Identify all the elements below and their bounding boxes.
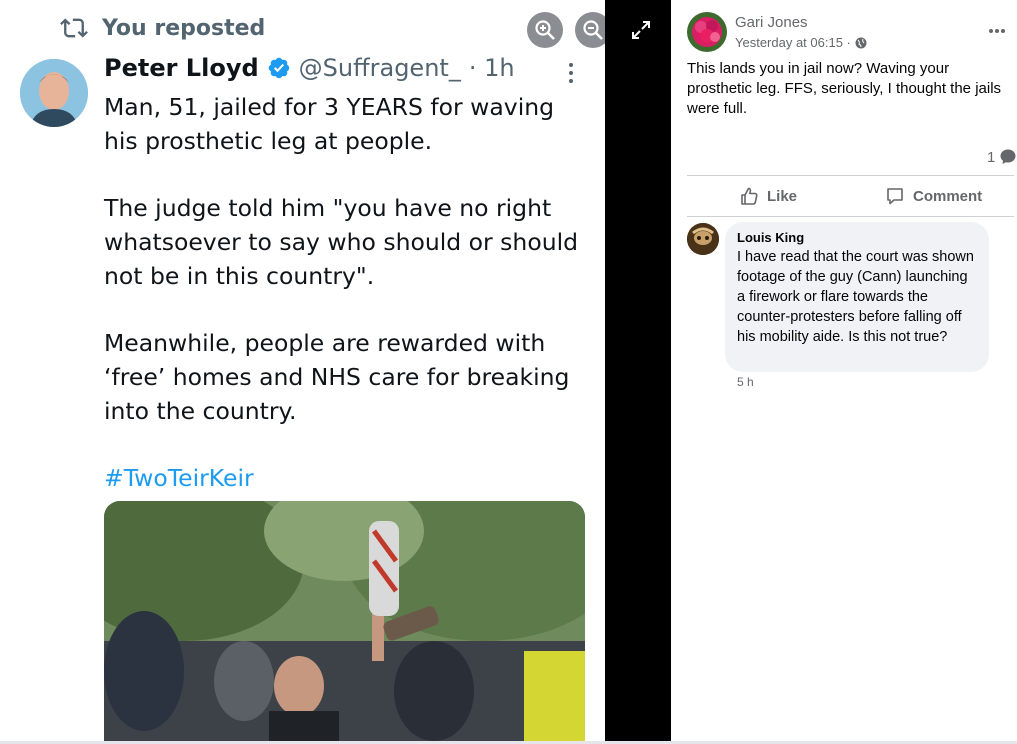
tweet-body: Man, 51, jailed for 3 YEARS for waving h…: [104, 90, 594, 528]
tweet-header: Peter Lloyd @Suffragent_ · 1h: [104, 54, 515, 82]
tweet-paragraph: Man, 51, jailed for 3 YEARS for waving h…: [104, 93, 555, 155]
tweet-photo: [104, 501, 585, 744]
post-timestamp: Yesterday at 06:15 ·: [735, 35, 867, 50]
viewer-divider: [605, 0, 671, 744]
tweet-author-name: Peter Lloyd: [104, 54, 259, 82]
comment-time[interactable]: 5 h: [737, 375, 754, 389]
tweet-age: · 1h: [468, 54, 515, 82]
globe-icon: [855, 37, 867, 48]
commenter-name[interactable]: Louis King: [737, 230, 977, 245]
repost-indicator: You reposted: [60, 14, 265, 42]
zoom-out-button[interactable]: [575, 12, 605, 48]
more-horizontal-icon[interactable]: [988, 28, 1006, 34]
zoom-in-icon: [535, 20, 555, 40]
like-label: Like: [767, 187, 798, 205]
comment-label: Comment: [913, 187, 983, 205]
zoom-out-icon: [583, 20, 603, 40]
comment-icon: [887, 188, 903, 205]
comment-text: I have read that the court was shown foo…: [737, 249, 974, 345]
expand-icon[interactable]: [631, 20, 651, 40]
comment-count-value: 1: [987, 148, 996, 166]
divider: [687, 216, 1014, 217]
image-viewer: You reposted Peter Lloyd @Suffragent_ · …: [0, 0, 605, 744]
thumbs-up-icon: [741, 187, 758, 205]
repost-icon: [60, 18, 88, 38]
post-author-name[interactable]: Gari Jones: [735, 14, 808, 31]
like-button[interactable]: Like: [739, 186, 797, 206]
comment-bubble-icon: [1000, 149, 1016, 164]
tweet-paragraph: The judge told him "you have no right wh…: [104, 194, 579, 290]
post-author-avatar[interactable]: [687, 12, 727, 52]
tweet-paragraph: Meanwhile, people are rewarded with ‘fre…: [104, 329, 570, 425]
commenter-avatar[interactable]: [687, 223, 719, 255]
tweet-hashtag: #TwoTeirKeir: [104, 464, 254, 492]
comment-count[interactable]: 1: [987, 148, 1017, 166]
comment-button[interactable]: Comment: [885, 186, 982, 206]
tweet-author-handle: @Suffragent_: [298, 54, 461, 82]
post-text: This lands you in jail now? Waving your …: [687, 60, 1002, 117]
divider: [687, 175, 1014, 176]
verified-badge-icon: [268, 57, 289, 79]
post-time-label[interactable]: Yesterday at 06:15 ·: [735, 35, 851, 50]
repost-label: You reposted: [102, 15, 266, 41]
more-vertical-icon: [569, 63, 573, 83]
tweet-author-avatar: [20, 59, 88, 127]
comment-bubble: Louis King I have read that the court wa…: [725, 222, 989, 372]
zoom-in-button[interactable]: [527, 12, 563, 48]
